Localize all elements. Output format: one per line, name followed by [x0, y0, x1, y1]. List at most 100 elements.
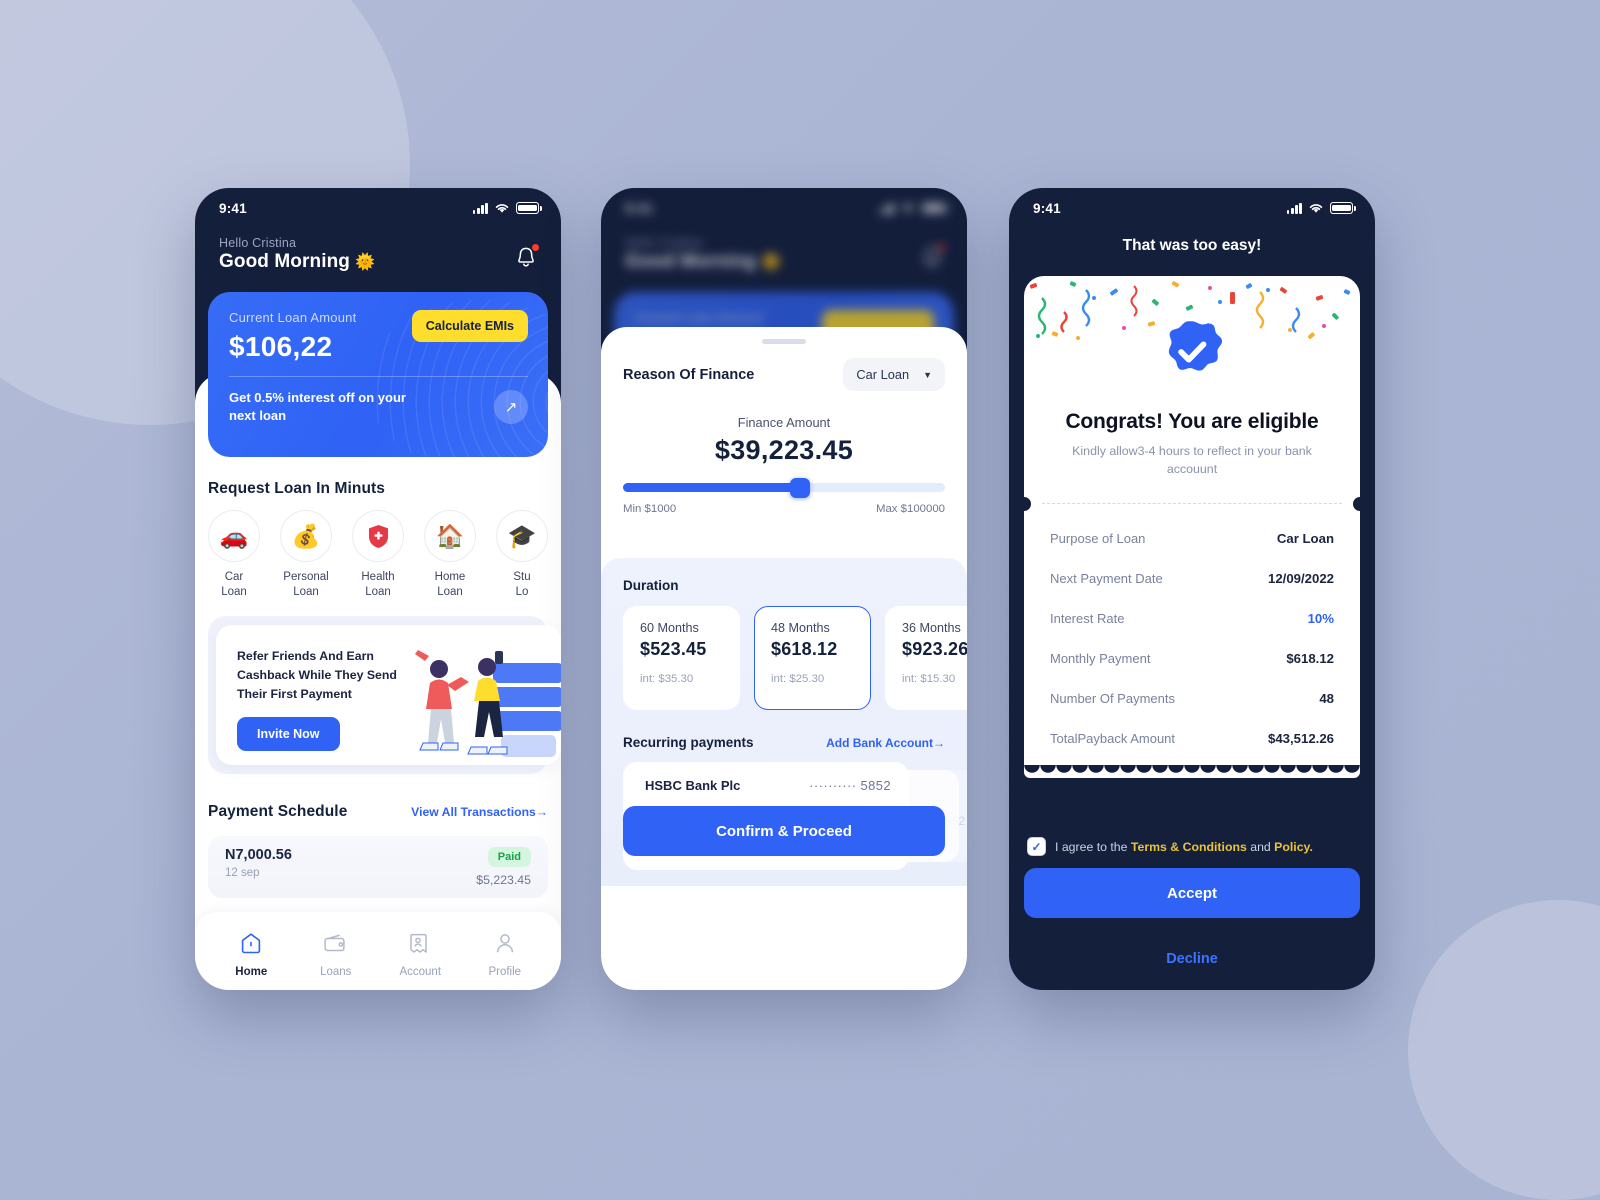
detail-value: 10%	[1307, 611, 1334, 627]
slider-min-label: Min $1000	[623, 503, 677, 515]
status-bar: 9:41	[195, 188, 561, 222]
duration-payment: $618.12	[771, 639, 838, 659]
status-badge: Paid	[487, 847, 531, 867]
duration-title: Duration	[623, 578, 679, 593]
card-divider	[229, 376, 528, 377]
loan-detail-rows: Purpose of Loan Car Loan Next Payment Da…	[1024, 511, 1360, 759]
calculate-emis-button[interactable]: Calculate EMIs	[411, 310, 528, 342]
wifi-icon	[495, 204, 509, 213]
greeting-small: Hello Cristina	[219, 236, 297, 250]
page-title: That was too easy!	[1122, 237, 1262, 254]
detail-row-next-payment-date: Next Payment Date 12/09/2022	[1050, 559, 1334, 599]
terms-text: I agree to the Terms & Conditions and Po…	[1055, 839, 1313, 854]
sun-icon: 🌞	[355, 254, 376, 271]
add-bank-account-link[interactable]: Add Bank Account→	[826, 736, 945, 750]
payment-schedule-title: Payment Schedule	[208, 803, 348, 820]
payment-schedule-row[interactable]: N7,000.56 12 sep Paid $5,223.45	[208, 836, 548, 898]
phone-screen-finance-sheet: 9:41 Hello Cristina Good Morning 🌞 Curre…	[601, 188, 967, 990]
graduation-icon: 🎓	[496, 510, 548, 562]
tab-account[interactable]: Account	[389, 931, 451, 978]
payment-amount: N7,000.56	[225, 847, 292, 863]
finance-amount-slider[interactable]	[623, 478, 945, 498]
detail-key: Purpose of Loan	[1050, 531, 1146, 547]
phone-screen-congrats: 9:41 That was too easy! Congrats! You ar…	[1009, 188, 1375, 990]
confirm-and-proceed-button[interactable]: Confirm & Proceed	[623, 806, 945, 856]
detail-row-total-payback: TotalPayback Amount $43,512.26	[1050, 719, 1334, 759]
detail-value: 12/09/2022	[1267, 571, 1334, 587]
terms-checkbox[interactable]: ✓	[1027, 837, 1046, 856]
duration-option-60[interactable]: 60 Months $523.45 int: $35.30	[623, 606, 740, 710]
congrats-subtitle: Kindly allow3-4 hours to reflect in your…	[1072, 444, 1312, 476]
dashed-line	[1042, 502, 1342, 504]
bank-name: HSBC Bank Plc	[645, 778, 741, 793]
loan-category-label: Car Loan	[221, 571, 247, 599]
person-icon	[496, 933, 513, 952]
decline-button[interactable]: Decline	[1009, 951, 1375, 967]
bank-masked-number: ·········· 5852	[809, 778, 891, 793]
arrow-up-right-icon[interactable]: ↗	[494, 389, 528, 424]
house-icon: 🏠	[424, 510, 476, 562]
notch-right	[1353, 496, 1367, 511]
ticket-perforation	[1017, 496, 1367, 511]
reason-of-finance-select[interactable]: Car Loan ▼	[843, 358, 945, 391]
chevron-down-icon: ▼	[923, 369, 932, 380]
invite-now-button[interactable]: Invite Now	[237, 717, 340, 751]
duration-option-36[interactable]: 36 Months $923.26 int: $15.30	[885, 606, 967, 710]
select-value: Car Loan	[856, 367, 910, 382]
policy-link[interactable]: Policy.	[1274, 840, 1313, 854]
tab-home[interactable]: Home	[220, 931, 282, 978]
detail-key: Monthly Payment	[1050, 651, 1151, 667]
accept-button[interactable]: Accept	[1024, 868, 1360, 918]
loan-category-car[interactable]: 🚗 Car Loan	[208, 510, 260, 600]
ticket-scalloped-edge	[1024, 764, 1360, 778]
tab-loans[interactable]: Loans	[305, 931, 367, 978]
loan-category-label: Health Loan	[361, 571, 395, 599]
loan-card-label: Current Loan Amount	[229, 310, 357, 325]
detail-value: $618.12	[1286, 651, 1334, 667]
loan-category-student[interactable]: 🎓 Stu Lo	[496, 510, 548, 600]
finance-bottom-sheet: Reason Of Finance Car Loan ▼ Finance Amo…	[601, 327, 967, 990]
slider-knob[interactable]	[790, 478, 811, 498]
car-icon: 🚗	[208, 510, 260, 562]
duration-payment: $523.45	[640, 639, 707, 659]
terms-link[interactable]: Terms & Conditions	[1131, 840, 1247, 854]
notification-bell-button[interactable]	[513, 244, 539, 276]
loan-category-label: Personal Loan	[283, 571, 329, 599]
finance-amount-label: Finance Amount	[737, 415, 831, 430]
referral-card: Refer Friends And Earn Cashback While Th…	[216, 625, 561, 765]
loan-category-label: Stu Lo	[513, 571, 531, 599]
duration-panel: Duration 60 Months $523.45 int: $35.30 4…	[601, 558, 967, 886]
detail-key: TotalPayback Amount	[1050, 731, 1176, 747]
verified-check-icon	[1168, 321, 1223, 371]
duration-months: 48 Months	[771, 621, 830, 635]
tab-profile[interactable]: Profile	[474, 931, 536, 978]
detail-value: 48	[1319, 691, 1334, 707]
loan-category-personal[interactable]: 💰 Personal Loan	[280, 510, 332, 600]
signal-bars-icon	[472, 202, 488, 214]
duration-options: 60 Months $523.45 int: $35.30 48 Months …	[623, 606, 967, 710]
duration-interest: int: $25.30	[771, 673, 825, 685]
phone-screen-home: 9:41 Hello Cristina Good Morning 🌞 Curre…	[195, 188, 561, 990]
duration-interest: int: $35.30	[640, 673, 694, 685]
slider-max-label: Max $100000	[875, 503, 945, 515]
request-loan-title: Request Loan In Minuts	[208, 480, 386, 497]
battery-icon	[516, 202, 542, 214]
loan-category-list: 🚗 Car Loan 💰 Personal Loan Health Loan 🏠 Ho…	[208, 510, 561, 600]
tab-label: Account	[399, 965, 442, 978]
duration-months: 60 Months	[640, 621, 699, 635]
detail-key: Next Payment Date	[1050, 571, 1163, 587]
tab-label: Home	[235, 965, 268, 978]
signal-bars-icon	[1286, 202, 1302, 214]
detail-row-purpose: Purpose of Loan Car Loan	[1050, 519, 1334, 559]
tab-label: Loans	[320, 965, 352, 978]
notch-left	[1017, 496, 1031, 511]
bottom-tabbar: Home Loans Account Profile	[195, 912, 561, 990]
loan-category-health[interactable]: Health Loan	[352, 510, 404, 600]
loan-category-home[interactable]: 🏠 Home Loan	[424, 510, 476, 600]
slider-fill	[623, 483, 797, 492]
duration-option-48[interactable]: 48 Months $618.12 int: $25.30	[754, 606, 871, 710]
background-circle-bottom-right	[1408, 900, 1600, 1200]
duration-payment: $923.26	[902, 639, 967, 659]
home-icon	[242, 932, 261, 953]
view-all-transactions-link[interactable]: View All Transactions→	[411, 805, 548, 819]
